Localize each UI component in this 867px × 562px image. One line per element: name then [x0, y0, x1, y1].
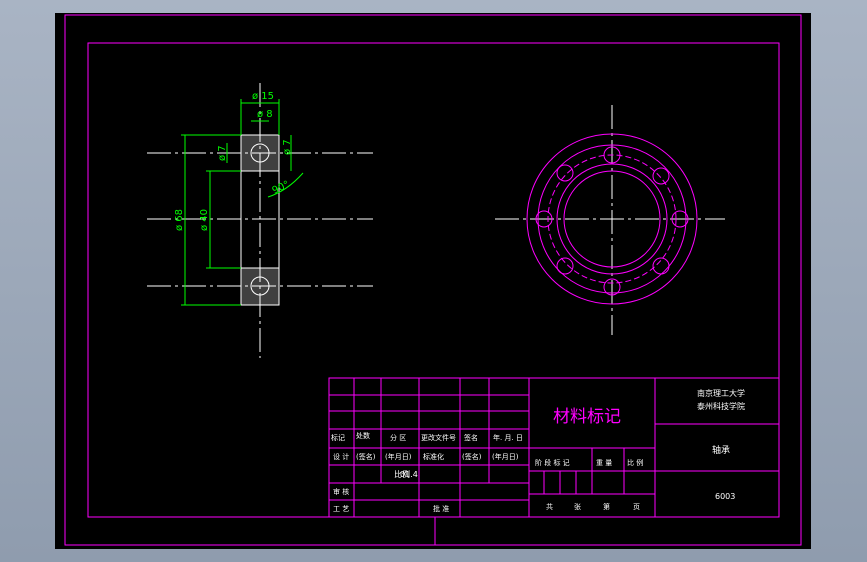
- school-line2: 泰州科技学院: [697, 401, 745, 411]
- inner-frame: [87, 42, 780, 518]
- checker-label: 审 核: [333, 487, 349, 496]
- stage-label: 阶 段 标 记: [535, 458, 570, 467]
- dim-d40-label: ø 40: [199, 209, 210, 231]
- design-date: (年月日): [385, 452, 412, 461]
- ratio-label: 比 例: [627, 458, 643, 467]
- process-label: 工 艺: [333, 505, 349, 513]
- hdr-date: 年. 月. 日: [493, 433, 523, 442]
- ball-2: [652, 167, 670, 185]
- dim-d8-label: ø 8: [257, 109, 273, 120]
- design-sign: (签名): [356, 452, 376, 461]
- sheet-page: 页: [633, 503, 640, 511]
- dim-d7-left-label: ø 7: [217, 145, 228, 161]
- title-block: 材料标记 南京理工大学 泰州科技学院 轴承 6003 标记 处数 分 区 更改文…: [328, 377, 780, 545]
- dim-d15-label: ø 15: [252, 91, 274, 102]
- dim-angle-label: 90°: [271, 179, 292, 196]
- approve-label: 批 准: [433, 504, 449, 513]
- part-name: 轴承: [712, 444, 730, 456]
- hdr-count: 处数: [356, 431, 370, 440]
- drawing-canvas: ø 15 ø 8 ø 68 ø 40 ø 7 ø 7 90° 材料标记 南京理工…: [64, 14, 802, 546]
- drawing-number: 6003: [715, 492, 735, 501]
- front-view: [495, 105, 725, 335]
- material-mark: 材料标记: [553, 407, 621, 427]
- hdr-zone: 分 区: [390, 433, 406, 442]
- dim-d68-label: ø 68: [174, 209, 185, 231]
- design-label: 设 计: [333, 452, 349, 461]
- hdr-sign: 签名: [464, 433, 478, 442]
- top-section-hatch: [241, 135, 279, 171]
- section-view: ø 15 ø 8 ø 68 ø 40 ø 7 ø 7 90°: [147, 83, 373, 358]
- ball-6: [556, 257, 574, 275]
- sheet-no: 第: [603, 502, 610, 511]
- sheet-total: 共: [546, 502, 553, 511]
- scale-value: 01.4: [400, 470, 418, 479]
- school-line1: 南京理工大学: [697, 388, 745, 398]
- ball-4: [652, 257, 670, 275]
- ball-8: [556, 164, 574, 182]
- bottom-section-hatch: [241, 268, 279, 305]
- std-date: (年月日): [492, 452, 519, 461]
- hdr-doc: 更改文件号: [421, 433, 456, 442]
- cad-viewport[interactable]: ø 15 ø 8 ø 68 ø 40 ø 7 ø 7 90° 材料标记 南京理工…: [55, 13, 811, 549]
- std-sign: (签名): [462, 452, 482, 461]
- hdr-mark: 标记: [331, 433, 345, 442]
- sheet-unit: 张: [574, 502, 581, 511]
- dim-d7-right-label: ø 7: [282, 139, 293, 155]
- std-label: 标准化: [423, 452, 444, 461]
- weight-label: 重 量: [596, 459, 612, 467]
